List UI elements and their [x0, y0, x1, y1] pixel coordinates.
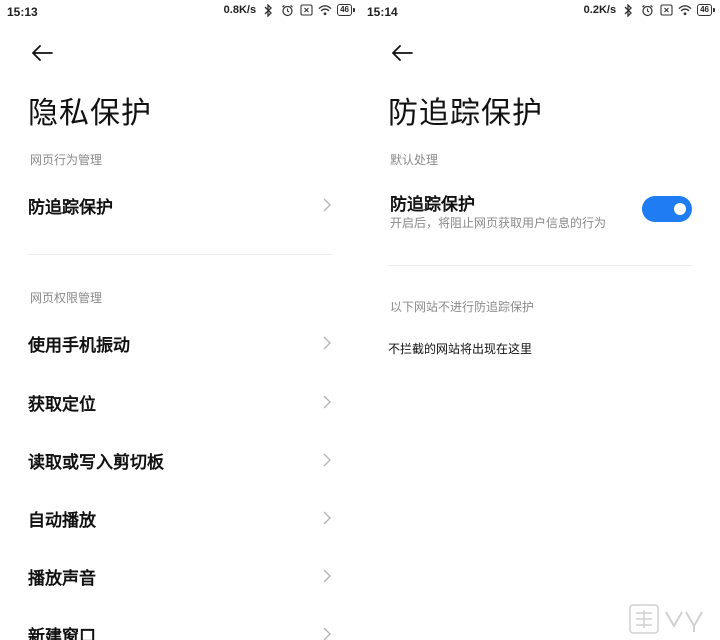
alarm-clock-icon	[280, 3, 294, 17]
menu-item-sound[interactable]: 播放声音	[28, 554, 333, 598]
section-label-exceptions: 以下网站不进行防追踪保护	[390, 300, 535, 314]
status-icons: 0.8K/s 46	[223, 3, 355, 17]
chevron-right-icon	[323, 453, 331, 467]
section-label-web-permissions: 网页权限管理	[30, 291, 103, 305]
back-button[interactable]	[388, 40, 416, 66]
page-title: 隐私保护	[28, 96, 152, 131]
chevron-right-icon	[323, 198, 331, 212]
network-speed: 0.8K/s	[223, 4, 257, 16]
divider	[28, 254, 332, 255]
chevron-right-icon	[323, 511, 331, 525]
toggle-knob	[674, 203, 686, 215]
menu-item-clipboard[interactable]: 读取或写入剪切板	[28, 438, 333, 482]
menu-item-label: 读取或写入剪切板	[28, 452, 164, 473]
privacy-protection-screen: 15:13 0.8K/s 46 隐私保护 网页行为管理 防追踪保护 网页权限管理	[0, 0, 360, 640]
arrow-left-icon	[392, 45, 413, 61]
page-title: 防追踪保护	[388, 96, 543, 131]
menu-item-autoplay[interactable]: 自动播放	[28, 496, 333, 540]
sim-off-icon	[659, 3, 673, 17]
menu-item-anti-tracking[interactable]: 防追踪保护	[28, 183, 333, 227]
menu-item-label: 新建窗口	[28, 626, 96, 640]
alarm-clock-icon	[640, 3, 654, 17]
chevron-right-icon	[323, 395, 331, 409]
chevron-right-icon	[323, 627, 331, 640]
arrow-left-icon	[32, 45, 53, 61]
toggle-subtitle: 开启后，将阻止网页获取用户信息的行为	[390, 216, 607, 230]
status-time: 15:14	[367, 5, 398, 19]
menu-item-label: 使用手机振动	[28, 335, 130, 356]
section-label-default: 默认处理	[390, 153, 439, 167]
menu-item-label: 防追踪保护	[28, 197, 113, 218]
chevron-right-icon	[323, 336, 331, 350]
bluetooth-icon	[621, 3, 635, 17]
sim-off-icon	[299, 3, 313, 17]
menu-item-location[interactable]: 获取定位	[28, 380, 333, 424]
menu-item-label: 播放声音	[28, 568, 96, 589]
divider	[388, 265, 692, 266]
anti-tracking-screen: 15:14 0.2K/s 46 防追踪保护 默认处理 防追踪保护 开启后，将阻止…	[360, 0, 720, 640]
wifi-icon	[318, 3, 332, 17]
back-button[interactable]	[28, 40, 56, 66]
section-label-web-behavior: 网页行为管理	[30, 153, 103, 167]
menu-item-vibration[interactable]: 使用手机振动	[28, 321, 333, 365]
anti-tracking-toggle[interactable]	[642, 196, 692, 222]
watermark-logo	[629, 604, 703, 634]
network-speed: 0.2K/s	[583, 4, 617, 16]
menu-item-label: 获取定位	[28, 394, 96, 415]
bluetooth-icon	[261, 3, 275, 17]
status-bar: 15:14 0.2K/s 46	[360, 0, 720, 24]
status-time: 15:13	[7, 5, 38, 19]
battery-icon: 46	[337, 4, 355, 16]
status-icons: 0.2K/s 46	[583, 3, 715, 17]
chevron-right-icon	[323, 569, 331, 583]
status-bar: 15:13 0.8K/s 46	[0, 0, 360, 24]
toggle-title: 防追踪保护	[390, 195, 475, 215]
menu-item-label: 自动播放	[28, 510, 96, 531]
battery-icon: 46	[697, 4, 715, 16]
empty-state-text: 不拦截的网站将出现在这里	[388, 342, 533, 356]
menu-item-new-window[interactable]: 新建窗口	[28, 612, 333, 640]
wifi-icon	[678, 3, 692, 17]
